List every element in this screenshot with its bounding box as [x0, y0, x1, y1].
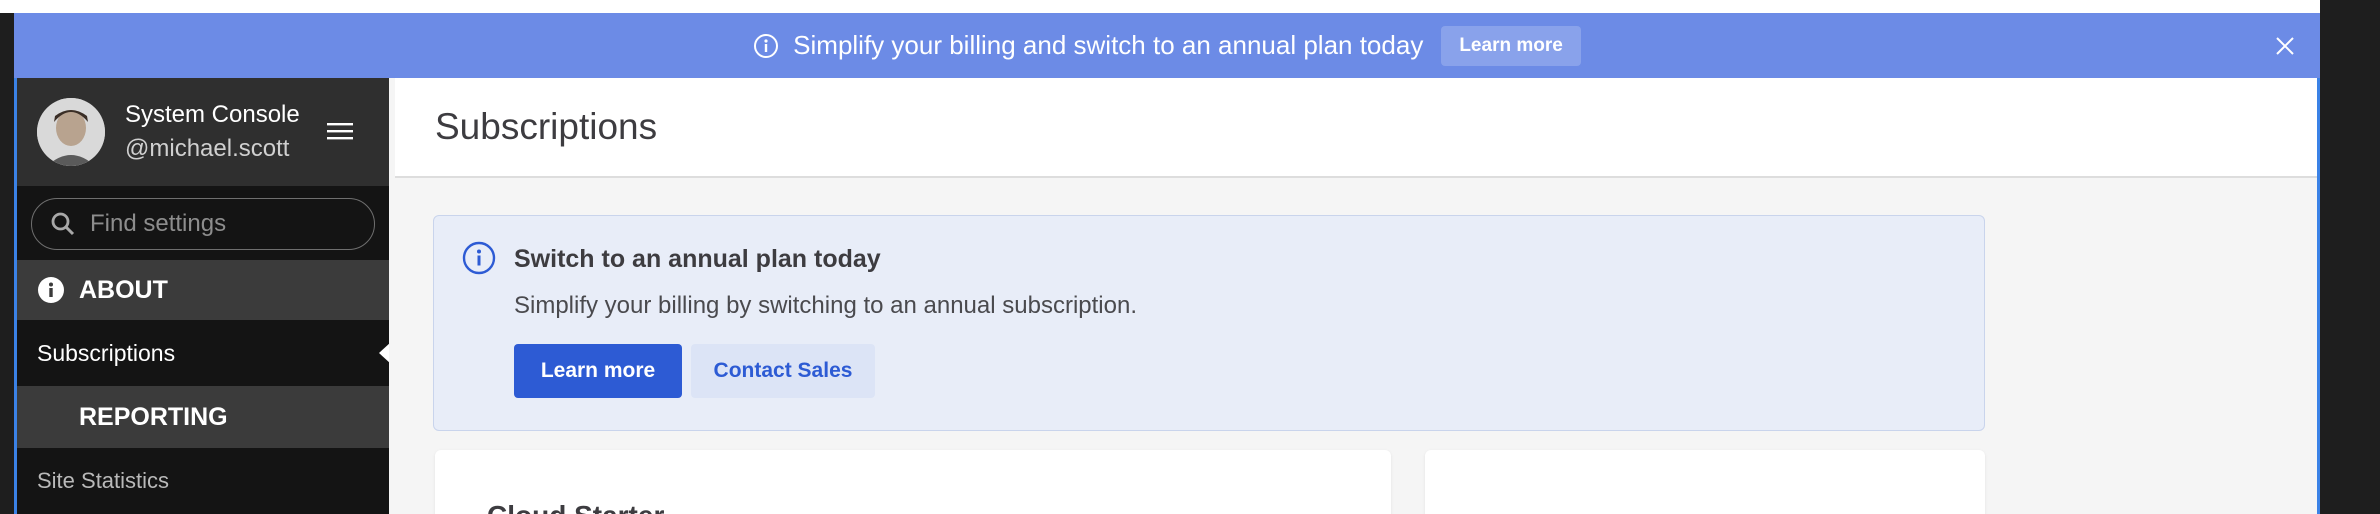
search-input[interactable] [90, 210, 360, 238]
plan-card: Cloud Starter [435, 450, 1391, 514]
app-frame: System Console @michael.scott Find setti… [14, 78, 2320, 514]
learn-more-button[interactable]: Learn more [514, 344, 682, 398]
search-box[interactable] [31, 198, 375, 250]
sidebar-title: System Console [125, 101, 300, 128]
banner-text: Simplify your billing and switch to an a… [793, 30, 1424, 60]
sidebar-item-label: Subscriptions [37, 339, 176, 366]
annual-plan-callout: Switch to an annual plan today Simplify … [433, 215, 1985, 431]
about-icon [38, 277, 64, 303]
search-icon [51, 212, 75, 236]
section-reporting: REPORTING [17, 386, 389, 448]
section-about: ABOUT [17, 260, 389, 320]
info-icon [462, 241, 496, 275]
announcement-banner: Simplify your billing and switch to an a… [14, 13, 2320, 78]
summary-card [1425, 450, 1985, 514]
page-header: Subscriptions [395, 78, 2317, 178]
sidebar-header: System Console @michael.scott [17, 78, 389, 186]
sidebar-header-text: System Console @michael.scott [125, 101, 300, 163]
sidebar: System Console @michael.scott Find setti… [17, 78, 391, 514]
sidebar-item-label: Site Statistics [37, 468, 170, 493]
sidebar-username: @michael.scott [125, 135, 290, 162]
avatar[interactable] [37, 98, 105, 166]
menu-icon[interactable] [327, 120, 353, 142]
callout-title: Switch to an annual plan today [514, 245, 881, 273]
callout-text: Simplify your billing by switching to an… [514, 292, 1137, 319]
section-about-label: ABOUT [79, 275, 168, 304]
sidebar-item-site-statistics[interactable]: Site Statistics [17, 448, 389, 514]
main-content: Subscriptions Switch to an annual plan t… [389, 78, 2317, 514]
banner-learn-more-button[interactable]: Learn more [1441, 25, 1581, 66]
section-reporting-label: REPORTING [79, 402, 228, 431]
contact-sales-button[interactable]: Contact Sales [691, 344, 875, 398]
close-icon[interactable] [2272, 33, 2298, 59]
plan-card-title: Cloud Starter [487, 500, 664, 514]
top-strip [0, 0, 2320, 13]
page-title: Subscriptions [435, 106, 658, 147]
search-wrap [17, 186, 389, 260]
sidebar-item-subscriptions[interactable]: Subscriptions [17, 320, 391, 386]
info-icon [754, 33, 779, 58]
avatar-image [37, 98, 105, 166]
